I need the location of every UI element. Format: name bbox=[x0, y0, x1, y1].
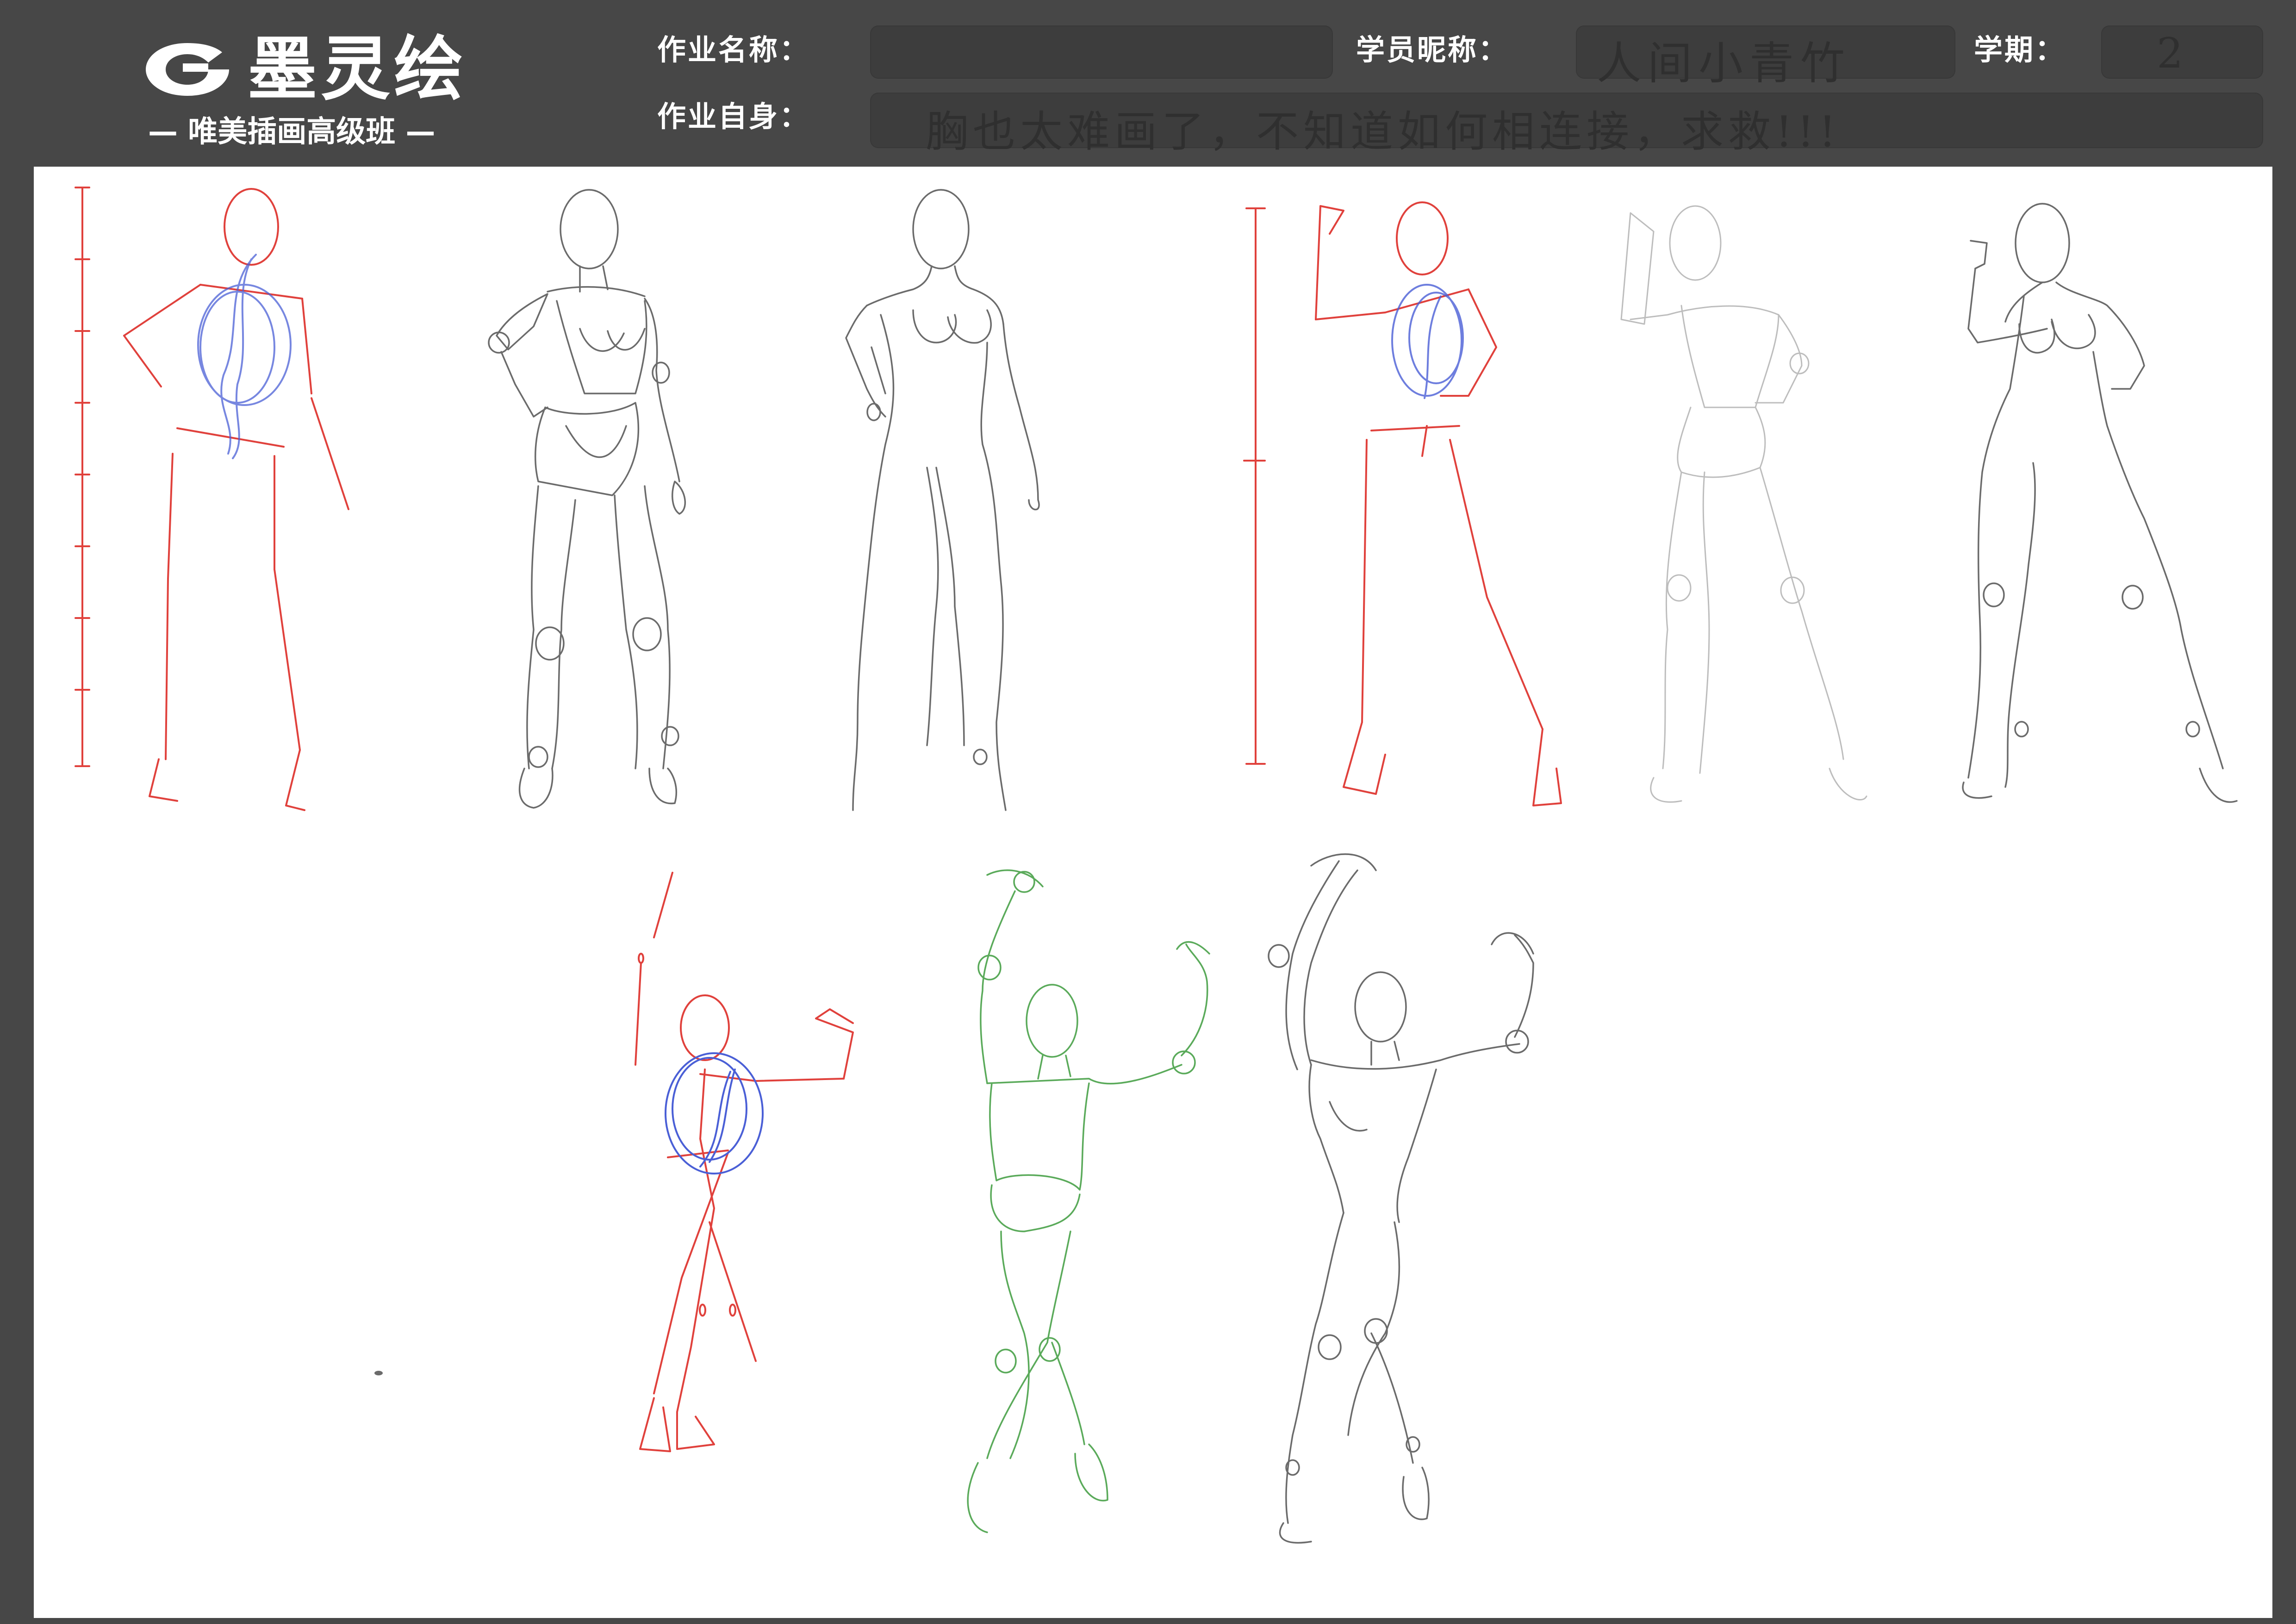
drawing-canvas[interactable] bbox=[34, 167, 2272, 1618]
torso-construction-3 bbox=[665, 1052, 764, 1174]
header: 墨灵绘 — 唯美插画高级班 — 作业名称： 学员昵称： 人间小青竹 学期： 2 … bbox=[0, 0, 2296, 167]
brand-mark-icon bbox=[146, 43, 229, 96]
self-comment-field[interactable]: 胸也太难画了，不知道如何相连接，求救!!! bbox=[870, 93, 2263, 156]
proportion-ruler-left bbox=[75, 187, 90, 767]
torso-construction-2 bbox=[1391, 284, 1464, 399]
term-value: 2 bbox=[2157, 29, 2184, 78]
proportion-ruler-right bbox=[1243, 207, 1266, 765]
logo: 墨灵绘 — 唯美插画高级班 — bbox=[139, 25, 555, 148]
torso-construction-1 bbox=[197, 254, 292, 459]
logo-title: 墨灵绘 bbox=[248, 29, 467, 110]
figure-construction-3 bbox=[635, 872, 854, 1452]
student-nickname-label: 学员昵称： bbox=[1356, 33, 1509, 67]
self-comment-value: 胸也太难画了，不知道如何相连接，求救!!! bbox=[926, 107, 1841, 156]
figure-sketches bbox=[75, 187, 2238, 1544]
figure-mannequin-3 bbox=[967, 869, 1210, 1533]
stray-mark bbox=[374, 1371, 383, 1375]
figure-mannequin-1 bbox=[488, 189, 686, 809]
student-nickname-value: 人间小青竹 bbox=[1597, 37, 1851, 89]
figure-mannequin-2 bbox=[1620, 205, 1867, 803]
assignment-name-label: 作业名称： bbox=[657, 33, 810, 67]
logo-subtitle: — 唯美插画高级班 — bbox=[148, 115, 436, 149]
assignment-name-field[interactable] bbox=[870, 25, 1333, 79]
figure-final-3 bbox=[1268, 853, 1534, 1544]
term-label: 学期： bbox=[1974, 33, 2066, 67]
figure-final-2 bbox=[1962, 203, 2238, 803]
student-nickname-field[interactable]: 人间小青竹 bbox=[1576, 25, 1955, 89]
figure-final-1 bbox=[845, 189, 1040, 811]
self-comment-label: 作业自身： bbox=[657, 100, 810, 133]
term-field[interactable]: 2 bbox=[2101, 25, 2263, 79]
figure-construction-1 bbox=[123, 188, 349, 811]
